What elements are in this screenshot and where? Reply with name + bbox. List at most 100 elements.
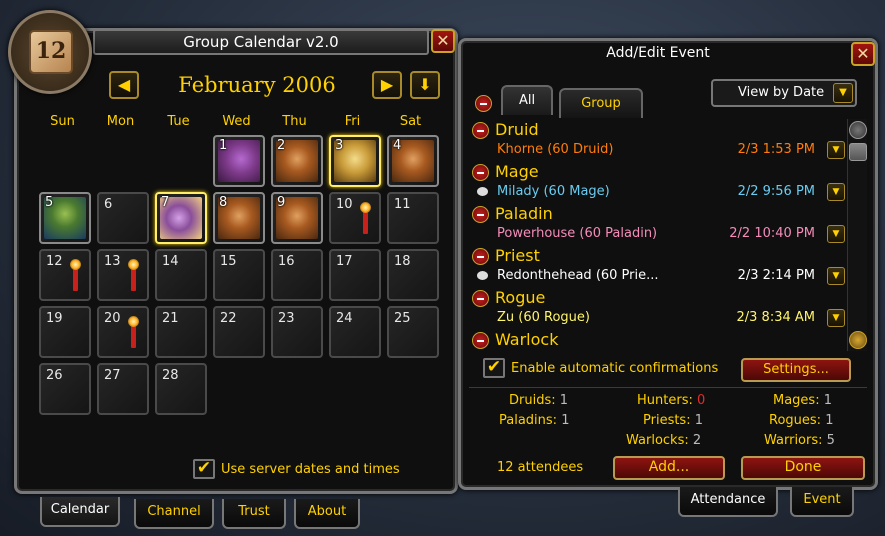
calendar-window: Group Calendar v2.0 ✕ ◀ February 2006 ▶ …	[14, 28, 458, 494]
class-group-header[interactable]: Priest	[469, 246, 845, 266]
goto-today-button[interactable]: ⬇	[410, 71, 440, 99]
class-group-label: Paladin	[495, 204, 553, 223]
attendee-name: Zu (60 Rogue)	[497, 310, 590, 325]
class-summary: Druids: 1 Hunters: 0 Mages: 1 Paladins: …	[469, 387, 867, 453]
scroll-up-icon[interactable]	[849, 121, 867, 139]
day-number: 28	[162, 368, 179, 383]
calendar-day-cell[interactable]: 8	[213, 192, 265, 244]
day-number: 12	[46, 254, 63, 269]
calendar-day-cell[interactable]: 12	[39, 249, 91, 301]
filter-tab-all[interactable]: All	[501, 85, 553, 115]
calendar-day-cell[interactable]: 25	[387, 306, 439, 358]
collapse-all-icon[interactable]	[475, 95, 492, 112]
collapse-icon[interactable]	[472, 206, 489, 223]
collapse-icon[interactable]	[472, 332, 489, 349]
attendee-menu-icon[interactable]: ▼	[827, 309, 845, 327]
attendee-menu-icon[interactable]: ▼	[827, 225, 845, 243]
collapse-icon[interactable]	[472, 248, 489, 265]
attendee-time: 2/3 1:53 PM	[737, 142, 815, 157]
calendar-day-cell[interactable]: 6	[97, 192, 149, 244]
tab-channel[interactable]: Channel	[134, 499, 214, 529]
view-by-value: View by Date	[738, 85, 825, 100]
calendar-day-cell[interactable]: 17	[329, 249, 381, 301]
calendar-day-cell[interactable]: 16	[271, 249, 323, 301]
calendar-day-cell[interactable]: 14	[155, 249, 207, 301]
class-group-label: Priest	[495, 246, 540, 265]
attendee-row[interactable]: Khorne (60 Druid) 2/3 1:53 PM ▼	[469, 140, 845, 160]
attendee-menu-icon[interactable]: ▼	[827, 141, 845, 159]
server-dates-label: Use server dates and times	[221, 461, 400, 477]
attendee-time: 2/2 10:40 PM	[729, 226, 815, 241]
candle-icon	[360, 202, 371, 234]
class-group-header[interactable]: Warlock	[469, 330, 845, 350]
scroll-down-icon[interactable]	[849, 331, 867, 349]
calendar-day-cell[interactable]: 27	[97, 363, 149, 415]
settings-button[interactable]: Settings...	[741, 358, 851, 382]
day-number: 15	[220, 254, 237, 269]
attendee-menu-icon[interactable]: ▼	[827, 183, 845, 201]
calendar-day-cell[interactable]: 24	[329, 306, 381, 358]
next-month-button[interactable]: ▶	[372, 71, 402, 99]
chevron-down-icon[interactable]: ▼	[833, 83, 853, 103]
calendar-day-cell[interactable]: 22	[213, 306, 265, 358]
class-group-header[interactable]: Paladin	[469, 204, 845, 224]
tab-event[interactable]: Event	[790, 487, 854, 517]
collapse-icon[interactable]	[472, 122, 489, 139]
calendar-day-cell[interactable]: 18	[387, 249, 439, 301]
server-dates-checkbox[interactable]: ✔	[193, 459, 215, 479]
calendar-day-cell[interactable]: 15	[213, 249, 265, 301]
calendar-day-cell[interactable]: 10	[329, 192, 381, 244]
done-button[interactable]: Done	[741, 456, 865, 480]
tab-about[interactable]: About	[294, 499, 360, 529]
day-header: Thu	[282, 114, 307, 129]
calendar-day-cell[interactable]: 28	[155, 363, 207, 415]
collapse-icon[interactable]	[472, 290, 489, 307]
calendar-day-cell[interactable]: 7	[155, 192, 207, 244]
calendar-day-cell[interactable]: 1	[213, 135, 265, 187]
calendar-close-button[interactable]: ✕	[431, 29, 455, 53]
day-number: 6	[104, 197, 113, 212]
calendar-day-cell[interactable]: 20	[97, 306, 149, 358]
add-attendee-button[interactable]: Add...	[613, 456, 725, 480]
event-close-button[interactable]: ✕	[851, 42, 875, 66]
attendee-row[interactable]: Zu (60 Rogue) 2/3 8:34 AM ▼	[469, 308, 845, 328]
auto-confirm-option[interactable]: ✔ Enable automatic confirmations	[483, 358, 718, 378]
class-group-header[interactable]: Druid	[469, 120, 845, 140]
calendar-day-cell[interactable]: 21	[155, 306, 207, 358]
calendar-day-cell[interactable]: 2	[271, 135, 323, 187]
tab-calendar[interactable]: Calendar	[40, 497, 120, 527]
server-dates-option[interactable]: ✔ Use server dates and times	[193, 459, 400, 479]
tab-attendance[interactable]: Attendance	[678, 487, 778, 517]
class-group-label: Rogue	[495, 288, 546, 307]
calendar-day-cell[interactable]: 11	[387, 192, 439, 244]
calendar-day-cell[interactable]: 5	[39, 192, 91, 244]
day-number: 9	[277, 195, 286, 210]
class-group-header[interactable]: Mage	[469, 162, 845, 182]
scroll-thumb[interactable]	[849, 143, 867, 161]
auto-confirm-checkbox[interactable]: ✔	[483, 358, 505, 378]
attendee-row[interactable]: Powerhouse (60 Paladin) 2/2 10:40 PM ▼	[469, 224, 845, 244]
prev-month-button[interactable]: ◀	[109, 71, 139, 99]
view-by-dropdown[interactable]: View by Date ▼	[711, 79, 857, 107]
calendar-day-cell[interactable]: 13	[97, 249, 149, 301]
attendee-row[interactable]: Milady (60 Mage) 2/2 9:56 PM ▼	[469, 182, 845, 202]
calendar-page-icon: 12	[29, 30, 73, 74]
calendar-day-cell[interactable]: 3	[329, 135, 381, 187]
tab-trust[interactable]: Trust	[222, 499, 286, 529]
calendar-day-cell[interactable]: 23	[271, 306, 323, 358]
class-group-header[interactable]: Rogue	[469, 288, 845, 308]
calendar-day-cell[interactable]: 9	[271, 192, 323, 244]
calendar-day-cell[interactable]: 4	[387, 135, 439, 187]
filter-tab-group[interactable]: Group	[559, 88, 643, 118]
attendee-row[interactable]: Redonthehead (60 Prie... 2/3 2:14 PM ▼	[469, 266, 845, 286]
day-header: Fri	[344, 114, 361, 129]
day-number: 23	[278, 311, 295, 326]
day-number: 4	[393, 138, 402, 153]
collapse-icon[interactable]	[472, 164, 489, 181]
stat-warlocks: Warlocks: 2	[626, 433, 702, 448]
attendee-scrollbar[interactable]	[847, 119, 867, 351]
calendar-day-cell[interactable]: 19	[39, 306, 91, 358]
attendee-menu-icon[interactable]: ▼	[827, 267, 845, 285]
calendar-day-cell[interactable]: 26	[39, 363, 91, 415]
attendee-time: 2/2 9:56 PM	[737, 184, 815, 199]
